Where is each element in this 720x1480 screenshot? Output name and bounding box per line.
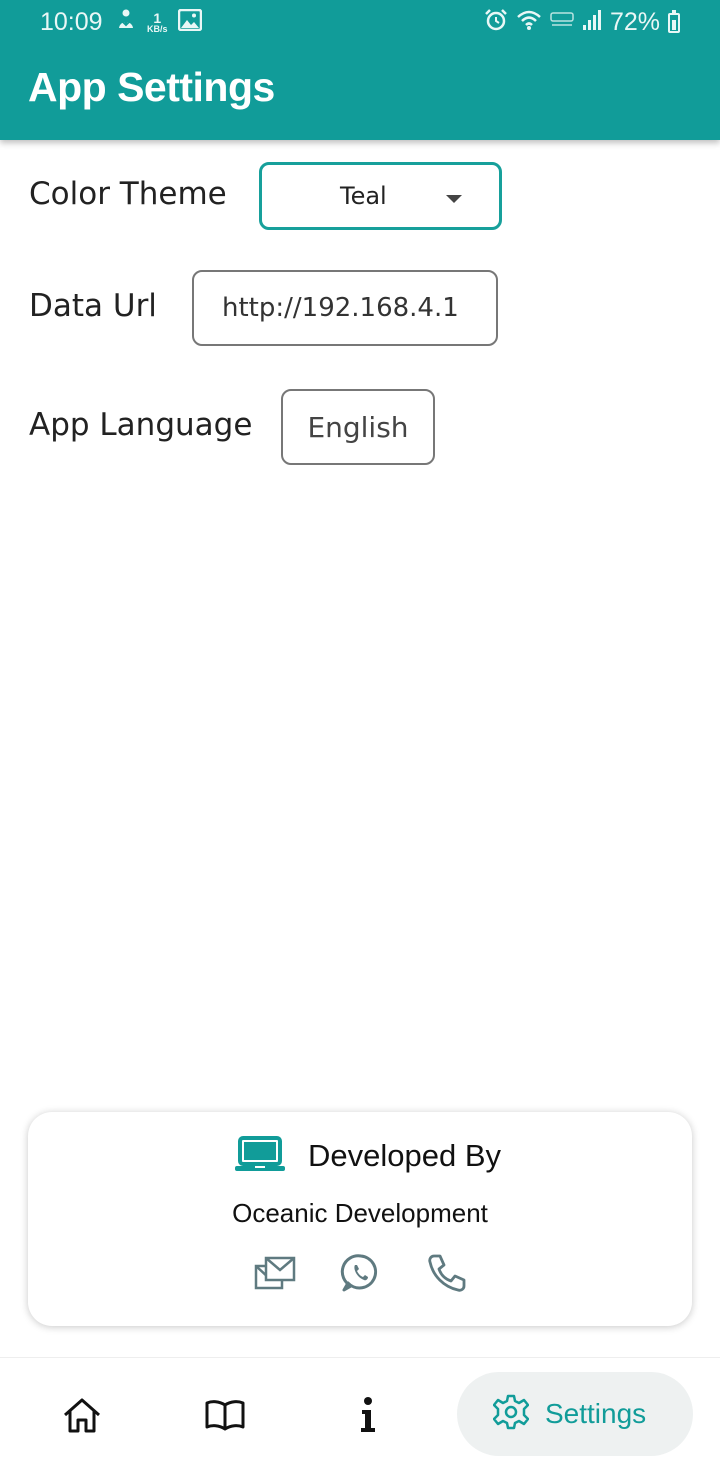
status-time: 10:09 bbox=[40, 8, 103, 36]
alarm-icon bbox=[484, 8, 508, 37]
gallery-notification-icon bbox=[177, 8, 202, 36]
nav-settings-label: Settings bbox=[545, 1398, 647, 1429]
bottom-navigation: Settings bbox=[0, 1357, 720, 1480]
battery-percentage: 72% bbox=[609, 8, 660, 36]
gear-icon bbox=[492, 1394, 530, 1434]
network-speed-indicator: 1 KB/s bbox=[147, 10, 168, 34]
caret-down-icon bbox=[446, 195, 462, 203]
phone-icon[interactable] bbox=[426, 1252, 468, 1294]
volte-icon bbox=[550, 11, 574, 34]
developer-name: Oceanic Development bbox=[232, 1198, 488, 1228]
app-header: 10:09 1 KB/s 72% App Settings bbox=[0, 0, 720, 140]
app-language-label: App Language bbox=[29, 407, 253, 443]
developer-card: Developed By Oceanic Development bbox=[28, 1112, 692, 1326]
status-bar: 10:09 1 KB/s 72% bbox=[0, 0, 720, 46]
color-theme-dropdown[interactable]: Teal bbox=[259, 162, 502, 230]
battery-icon bbox=[668, 9, 680, 33]
app-language-button[interactable]: English bbox=[281, 389, 435, 465]
nav-info-icon[interactable] bbox=[347, 1394, 389, 1436]
signal-icon bbox=[582, 9, 602, 36]
nav-book-icon[interactable] bbox=[204, 1394, 246, 1436]
nav-home-icon[interactable] bbox=[61, 1394, 103, 1436]
color-theme-value: Teal bbox=[340, 182, 387, 210]
laptop-icon bbox=[234, 1136, 286, 1176]
data-url-label: Data Url bbox=[29, 288, 157, 324]
wifi-icon bbox=[516, 9, 542, 36]
nav-settings-tab[interactable]: Settings bbox=[457, 1372, 693, 1456]
data-url-input[interactable] bbox=[192, 270, 498, 346]
whatsapp-icon[interactable] bbox=[340, 1252, 382, 1294]
email-icon[interactable] bbox=[254, 1252, 296, 1294]
download-notification-icon bbox=[115, 8, 137, 37]
app-language-value: English bbox=[307, 410, 409, 444]
page-title: App Settings bbox=[28, 64, 275, 110]
color-theme-label: Color Theme bbox=[29, 176, 227, 212]
developer-title: Developed By bbox=[308, 1138, 502, 1173]
